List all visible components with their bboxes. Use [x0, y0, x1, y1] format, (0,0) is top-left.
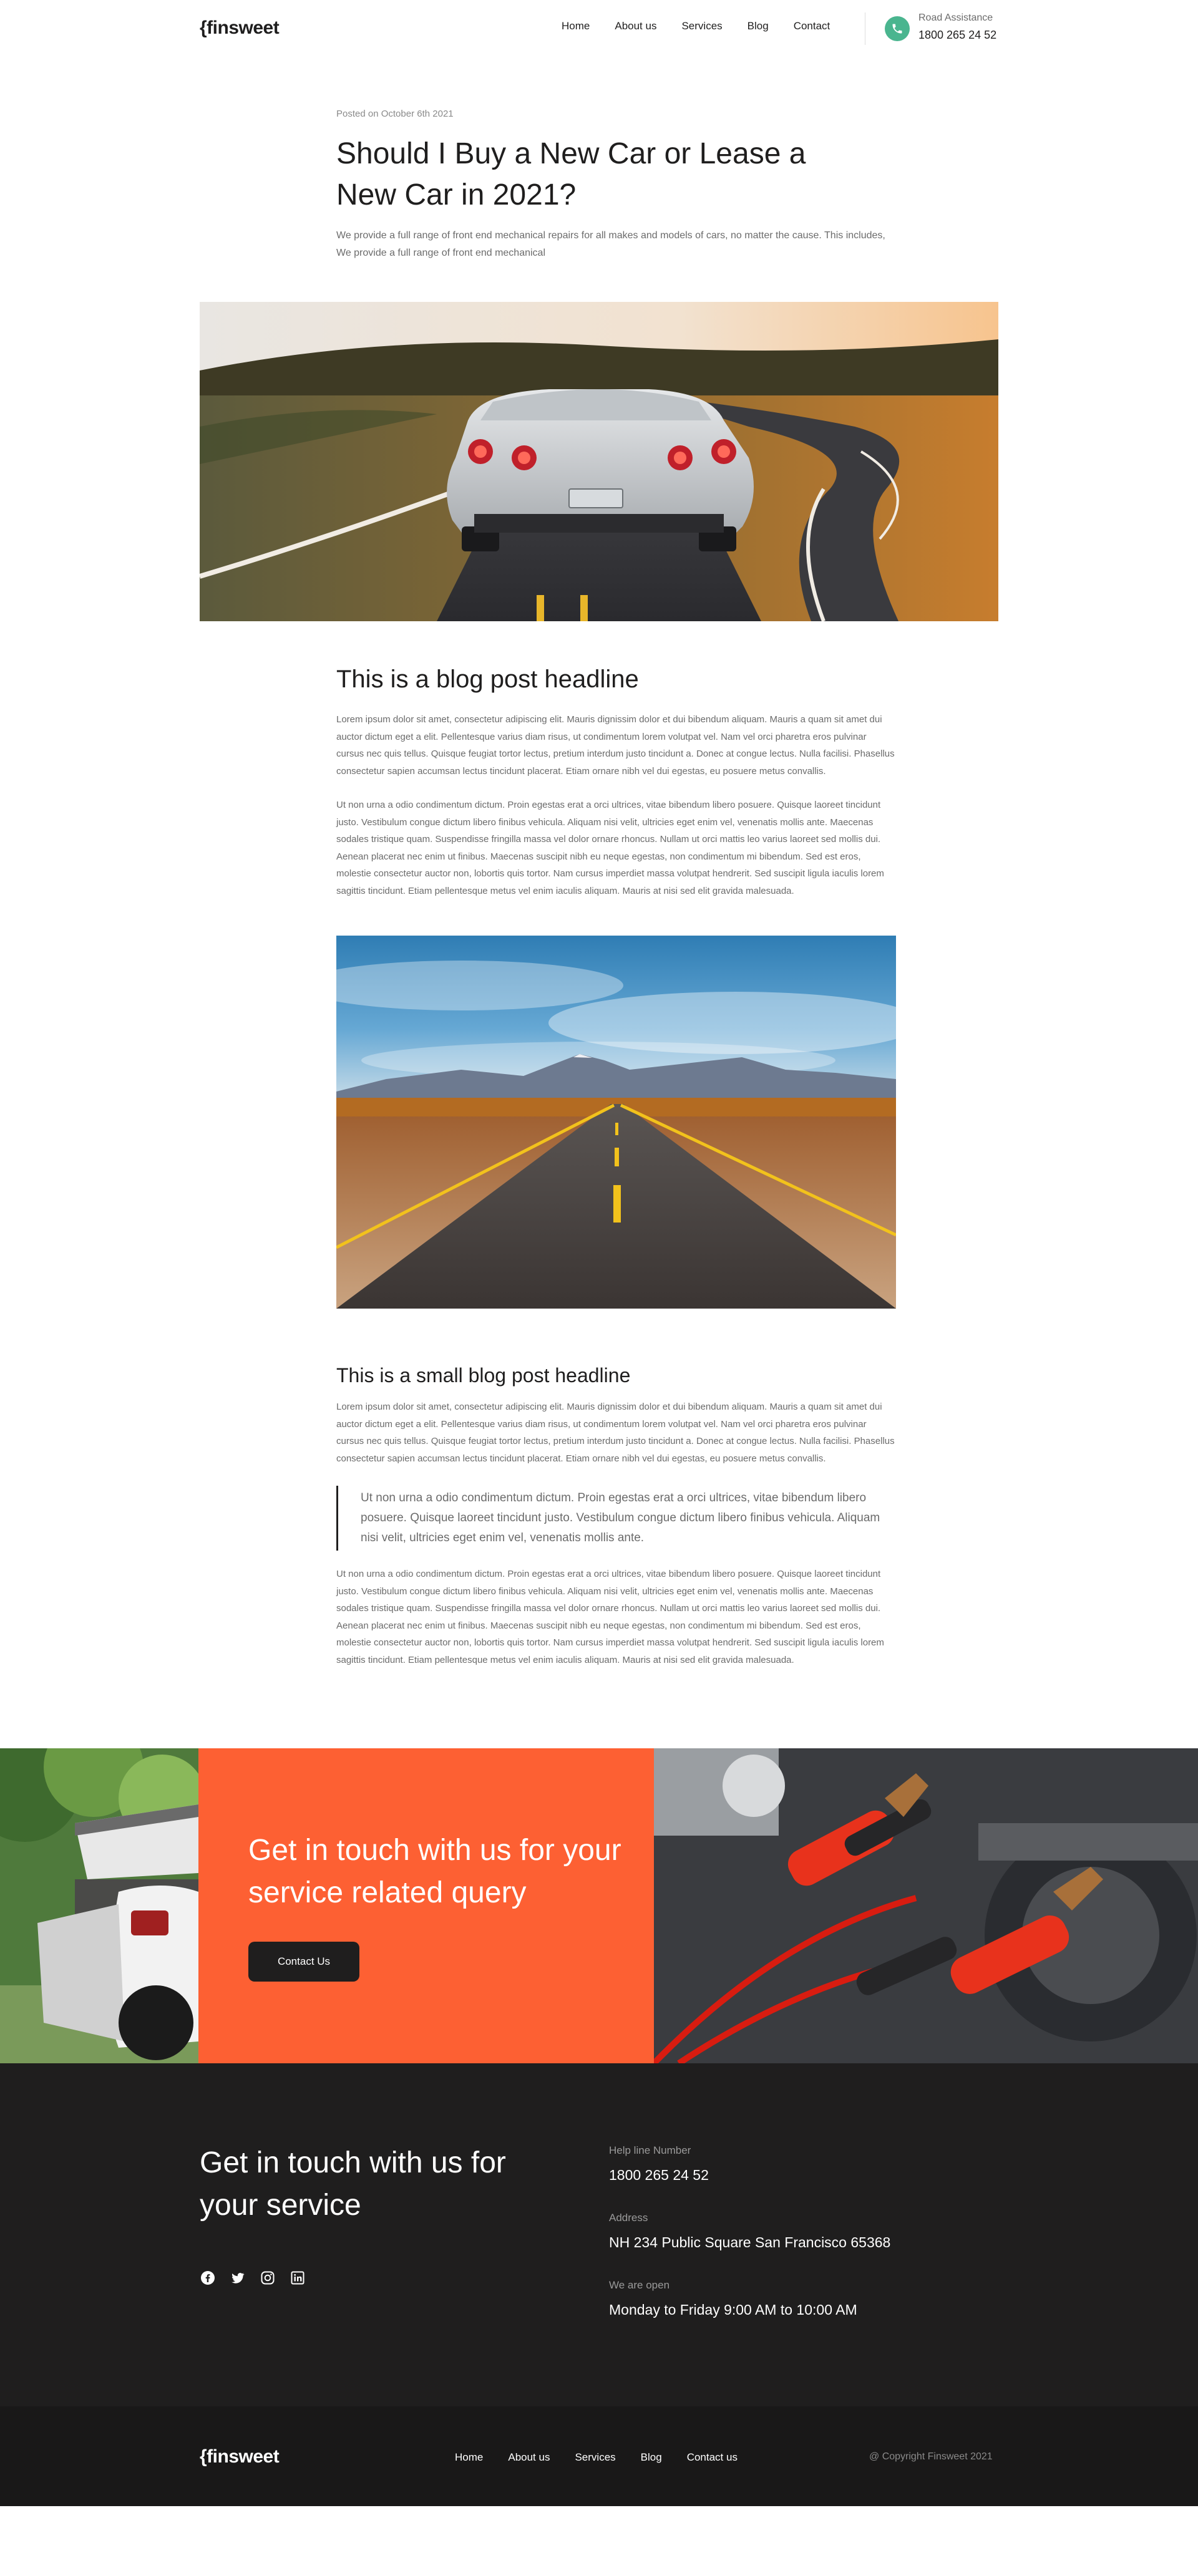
- road-landscape-image: [336, 936, 896, 1309]
- site-header: {finsweet Home About us Services Blog Co…: [0, 0, 1198, 57]
- road-assistance-label: Road Assistance: [918, 12, 993, 23]
- linkedin-icon[interactable]: [290, 2270, 306, 2286]
- address-block: Address NH 234 Public Square San Francis…: [609, 2212, 890, 2251]
- cta-title: Get in touch with us for your service re…: [248, 1834, 621, 1909]
- contact-us-button[interactable]: Contact Us: [248, 1942, 359, 1982]
- post-lead: We provide a full range of front end mec…: [336, 230, 885, 258]
- footer-nav-about-us[interactable]: About us: [508, 2451, 550, 2464]
- post-date: Posted on October 6th 2021: [336, 109, 454, 119]
- site-footer: {finsweet Home About us Services Blog Co…: [0, 2406, 1198, 2506]
- small-post-headline: This is a small blog post headline: [336, 1364, 631, 1387]
- social-links: [200, 2270, 306, 2286]
- post-header: Posted on October 6th 2021 Should I Buy …: [0, 57, 1198, 302]
- cta-panel: Get in touch with us for your service re…: [198, 1748, 654, 2063]
- footer-nav-contact-us[interactable]: Contact us: [687, 2451, 738, 2464]
- twitter-icon[interactable]: [230, 2270, 246, 2286]
- cta-jumper-cables-photo: [654, 1748, 1198, 2063]
- footer-nav-home[interactable]: Home: [455, 2451, 483, 2464]
- nav-blog[interactable]: Blog: [748, 20, 769, 32]
- footer-nav-services[interactable]: Services: [575, 2451, 615, 2464]
- nav-about-us[interactable]: About us: [615, 20, 656, 32]
- logo[interactable]: {finsweet: [200, 17, 280, 39]
- copyright: @ Copyright Finsweet 2021: [869, 2451, 993, 2462]
- main-nav: Home About us Services Blog Contact: [562, 20, 855, 32]
- blockquote: Ut non urna a odio condimentum dictum. P…: [336, 1486, 896, 1551]
- phone-icon[interactable]: [885, 16, 910, 41]
- hours-value: Monday to Friday 9:00 AM to 10:00 AM: [609, 2302, 857, 2318]
- paragraph-4: Ut non urna a odio condimentum dictum. P…: [336, 1569, 884, 1665]
- instagram-icon[interactable]: [260, 2270, 276, 2286]
- paragraph-1: Lorem ipsum dolor sit amet, consectetur …: [336, 714, 895, 777]
- road-assistance-phone[interactable]: 1800 265 24 52: [918, 29, 996, 42]
- paragraph-2: Ut non urna a odio condimentum dictum. P…: [336, 800, 884, 896]
- hero-car-image: [200, 302, 998, 621]
- hours-block: We are open Monday to Friday 9:00 AM to …: [609, 2279, 857, 2318]
- contact-section: Get in touch with us for your service He…: [0, 2063, 1198, 2406]
- nav-services[interactable]: Services: [681, 20, 722, 32]
- address-value: NH 234 Public Square San Francisco 65368: [609, 2234, 891, 2250]
- footer-nav-blog[interactable]: Blog: [641, 2451, 662, 2464]
- helpline-label: Help line Number: [609, 2144, 691, 2156]
- facebook-icon[interactable]: [200, 2270, 216, 2286]
- nav-home[interactable]: Home: [562, 20, 590, 32]
- contact-title: Get in touch with us for your service: [200, 2146, 506, 2222]
- hours-label: We are open: [609, 2279, 670, 2291]
- address-label: Address: [609, 2212, 648, 2224]
- helpline-block: Help line Number 1800 265 24 52: [609, 2144, 709, 2184]
- cta-car-photo: [0, 1748, 198, 2063]
- paragraph-3: Lorem ipsum dolor sit amet, consectetur …: [336, 1402, 895, 1464]
- footer-logo[interactable]: {finsweet: [200, 2446, 280, 2467]
- post-title: Should I Buy a New Car or Lease a New Ca…: [336, 137, 806, 211]
- cta-section: Get in touch with us for your service re…: [0, 1748, 1198, 2063]
- footer-nav: Home About us Services Blog Contact us: [455, 2451, 762, 2464]
- article: This is a blog post headline Lorem ipsum…: [0, 664, 1198, 1668]
- helpline-value[interactable]: 1800 265 24 52: [609, 2167, 709, 2184]
- nav-contact[interactable]: Contact: [794, 20, 830, 32]
- post-headline: This is a blog post headline: [336, 666, 639, 693]
